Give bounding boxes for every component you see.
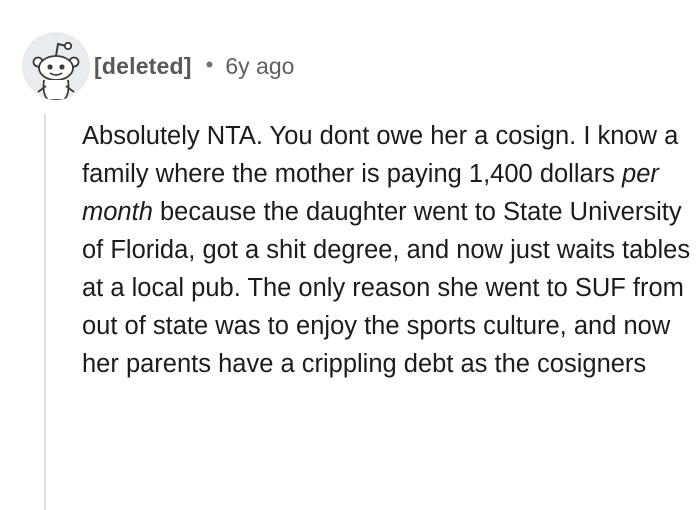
comment-header: [deleted] • 6y ago <box>22 30 294 102</box>
avatar[interactable] <box>22 32 90 100</box>
author-name[interactable]: [deleted] <box>94 53 192 80</box>
thread-line[interactable] <box>44 114 46 510</box>
comment-text-part-1: Absolutely NTA. You dont owe her a cosig… <box>82 122 679 188</box>
comment-timestamp[interactable]: 6y ago <box>225 53 294 80</box>
comment-body: Absolutely NTA. You dont owe her a cosig… <box>82 117 692 383</box>
meta-separator: • <box>205 52 214 77</box>
comment-text-part-2: because the daughter went to State Unive… <box>82 198 691 378</box>
deleted-user-snoo-icon <box>22 32 90 100</box>
